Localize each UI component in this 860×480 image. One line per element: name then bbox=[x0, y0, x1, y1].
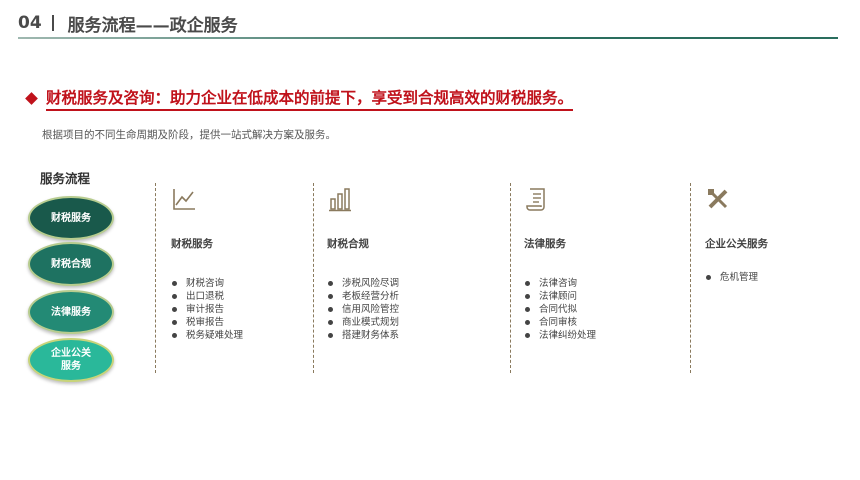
column-divider bbox=[155, 183, 156, 373]
list-item: 审计报告 bbox=[171, 303, 311, 316]
service-column-pr: 企业公关服务 危机管理 bbox=[705, 186, 845, 284]
service-column-compliance: 财税合规 涉税风险尽调 老板经营分析 信用风险管控 商业模式规划 搭建财务体系 bbox=[327, 186, 467, 342]
list-item: 信用风险管控 bbox=[327, 303, 467, 316]
list-item: 税务疑难处理 bbox=[171, 329, 311, 342]
list-item: 税审报告 bbox=[171, 316, 311, 329]
flow-step-tax-compliance[interactable]: 财税合规 bbox=[28, 242, 114, 286]
list-item: 危机管理 bbox=[705, 271, 845, 284]
page-header: 04 服务流程——政企服务 bbox=[18, 10, 838, 36]
list-item: 法律咨询 bbox=[524, 277, 664, 290]
flow-step-pr-service[interactable]: 企业公关 服务 bbox=[28, 338, 114, 382]
section-number: 04 bbox=[18, 13, 42, 33]
column-title: 法律服务 bbox=[524, 238, 566, 250]
subtitle: 根据项目的不同生命周期及阶段，提供一站式解决方案及服务。 bbox=[42, 129, 336, 141]
tools-icon bbox=[708, 189, 728, 209]
flow-step-label: 财税服务 bbox=[51, 212, 91, 224]
column-divider bbox=[510, 183, 511, 373]
bar-chart-icon bbox=[329, 188, 351, 212]
column-item-list: 法律咨询 法律顾问 合同代拟 合同审核 法律纠纷处理 bbox=[524, 277, 664, 342]
document-scroll-icon bbox=[526, 188, 545, 211]
flow-step-legal-service[interactable]: 法律服务 bbox=[28, 290, 114, 334]
service-column-tax: 财税服务 财税咨询 出口退税 审计报告 税审报告 税务疑难处理 bbox=[171, 186, 311, 342]
line-chart-icon bbox=[173, 189, 195, 210]
list-item: 合同代拟 bbox=[524, 303, 664, 316]
diamond-bullet-icon bbox=[25, 92, 38, 105]
flow-step-label: 法律服务 bbox=[51, 306, 91, 318]
list-item: 财税咨询 bbox=[171, 277, 311, 290]
list-item: 合同审核 bbox=[524, 316, 664, 329]
column-title: 企业公关服务 bbox=[705, 238, 768, 250]
column-item-list: 财税咨询 出口退税 审计报告 税审报告 税务疑难处理 bbox=[171, 277, 311, 342]
list-item: 法律纠纷处理 bbox=[524, 329, 664, 342]
list-item: 涉税风险尽调 bbox=[327, 277, 467, 290]
column-item-list: 涉税风险尽调 老板经营分析 信用风险管控 商业模式规划 搭建财务体系 bbox=[327, 277, 467, 342]
header-separator bbox=[51, 15, 54, 31]
list-item: 商业模式规划 bbox=[327, 316, 467, 329]
column-divider bbox=[313, 183, 314, 373]
headline-text: 财税服务及咨询：助力企业在低成本的前提下，享受到合规高效的财税服务。 bbox=[46, 86, 574, 111]
flow-step-tax-service[interactable]: 财税服务 bbox=[28, 196, 114, 240]
column-title: 财税合规 bbox=[327, 238, 369, 250]
service-column-legal: 法律服务 法律咨询 法律顾问 合同代拟 合同审核 法律纠纷处理 bbox=[524, 186, 664, 342]
list-item: 搭建财务体系 bbox=[327, 329, 467, 342]
page-title: 服务流程——政企服务 bbox=[67, 15, 238, 36]
flow-label: 服务流程 bbox=[40, 171, 91, 186]
flow-step-label: 企业公关 服务 bbox=[51, 348, 91, 372]
column-divider bbox=[690, 183, 691, 373]
list-item: 出口退税 bbox=[171, 290, 311, 303]
list-item: 法律顾问 bbox=[524, 290, 664, 303]
flow-step-label: 财税合规 bbox=[51, 258, 91, 270]
list-item: 老板经营分析 bbox=[327, 290, 467, 303]
header-rule bbox=[18, 37, 838, 39]
column-title: 财税服务 bbox=[171, 238, 213, 250]
headline: 财税服务及咨询：助力企业在低成本的前提下，享受到合规高效的财税服务。 bbox=[24, 86, 574, 111]
column-item-list: 危机管理 bbox=[705, 271, 845, 284]
